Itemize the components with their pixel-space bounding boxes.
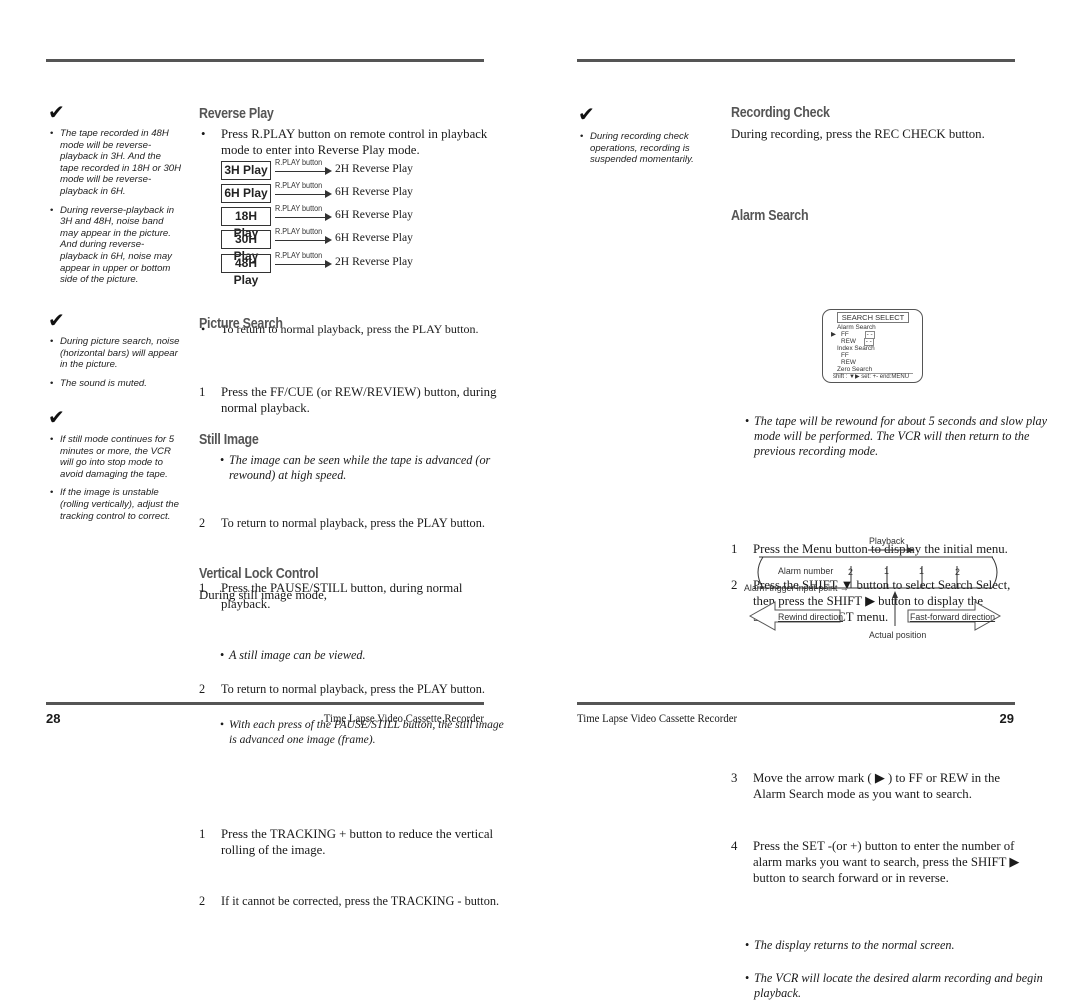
- note-bullet: If the image is unstable (rolling vertic…: [50, 487, 182, 522]
- mode-box: 6H Play: [221, 184, 271, 203]
- heading-reverse-play: Reverse Play: [199, 106, 274, 122]
- search-select-osd-menu: SEARCH SELECT Alarm Search ▶ FF - - REW …: [822, 309, 923, 383]
- recording-check-intro: During recording, press the REC CHECK bu…: [731, 127, 985, 141]
- heading-still-image: Still Image: [199, 432, 259, 448]
- alarm-search-step-3: 3 Move the arrow mark ( ▶ ) to FF or REW…: [731, 771, 1001, 801]
- arrow-right-icon: [325, 260, 332, 268]
- check-mark-icon: ✔: [578, 102, 595, 126]
- heading-picture-search: Picture Search: [199, 316, 283, 332]
- alarm-number: 2: [848, 567, 853, 577]
- note-bullet: If still mode continues for 5 minutes or…: [50, 434, 182, 480]
- playback-arrow-head: [907, 547, 915, 553]
- mode-result: 2H Reverse Play: [335, 255, 413, 268]
- sidebar-note-picture-search: During picture search, noise (horizontal…: [50, 336, 182, 396]
- top-rule-right: [577, 59, 1015, 62]
- still-image-step-2: 2 To return to normal playback, press the…: [199, 682, 485, 696]
- picture-search-step-1: 1 Press the FF/CUE (or REW/REVIEW) button…: [199, 385, 497, 415]
- sidebar-note-reverse-play: The tape recorded in 48H mode will be re…: [50, 128, 182, 293]
- diagram-playback-label: Playback: [869, 536, 905, 546]
- rplay-button-label: R.PLAY button: [275, 157, 323, 167]
- check-mark-icon: ✔: [48, 100, 65, 124]
- vertical-lock-intro: During still image mode,: [199, 588, 327, 602]
- check-mark-icon: ✔: [48, 405, 65, 429]
- note-bullet: During reverse-playback in 3H and 48H, n…: [50, 205, 182, 286]
- triangle-right-icon: ▶: [1009, 855, 1020, 869]
- footer-title-left: Time Lapse Video Cassette Recorder: [323, 711, 484, 725]
- vertical-lock-step-2: 2 If it cannot be corrected, press the TR…: [199, 894, 500, 908]
- page-number-left: 28: [46, 711, 61, 726]
- arrow-line: [275, 240, 327, 241]
- mode-result: 6H Reverse Play: [335, 208, 413, 221]
- alarm-number: 2: [955, 567, 960, 577]
- mode-box: 18H Play: [221, 207, 271, 240]
- alarm-number: 1: [919, 566, 924, 576]
- arrow-line: [275, 171, 327, 172]
- sidebar-note-still-image: If still mode continues for 5 minutes or…: [50, 434, 182, 529]
- osd-arrow-icon: ▶: [831, 331, 836, 338]
- footer-title-right: Time Lapse Video Cassette Recorder: [577, 711, 738, 725]
- alarm-number: 1: [884, 566, 889, 576]
- arrow-line: [275, 194, 327, 195]
- bottom-rule-left: [46, 702, 484, 705]
- osd-title: SEARCH SELECT: [837, 312, 909, 323]
- picture-search-note: • The image can be seen while the tape is…: [220, 453, 491, 482]
- mode-result: 6H Reverse Play: [335, 231, 413, 244]
- arrow-right-icon: [325, 167, 332, 175]
- mode-box: 48H Play: [221, 254, 271, 287]
- arrow-line: [275, 217, 327, 218]
- mode-box: 30H Play: [221, 230, 271, 263]
- heading-recording-check: Recording Check: [731, 105, 830, 121]
- bullet-dot: •: [201, 127, 206, 141]
- alarm-search-step-4: 4 Press the SET -(or +) button to enter …: [731, 839, 1020, 885]
- arrow-line: [275, 264, 327, 265]
- diagram-rewind-label: Rewind direction: [778, 612, 844, 622]
- diagram-actual-position-label: Actual position: [869, 630, 927, 640]
- still-image-note-1: • A still image can be viewed.: [220, 648, 366, 662]
- mode-result: 2H Reverse Play: [335, 162, 413, 175]
- note-bullet: During recording check operations, recor…: [580, 131, 705, 166]
- arrow-right-icon: →: [839, 583, 849, 593]
- note-bullet: The sound is muted.: [50, 378, 182, 390]
- rplay-button-label: R.PLAY button: [275, 226, 323, 236]
- recording-check-note: • The tape will be rewound for about 5 se…: [745, 414, 1048, 458]
- mode-box: 3H Play: [221, 161, 271, 180]
- picture-search-step-2: 2 To return to normal playback, press the…: [199, 516, 485, 530]
- heading-alarm-search: Alarm Search: [731, 208, 809, 224]
- rplay-button-label: R.PLAY button: [275, 250, 323, 260]
- arrow-right-icon: [325, 190, 332, 198]
- vertical-lock-step-1: 1 Press the TRACKING + button to reduce t…: [199, 827, 494, 857]
- diagram-fast-forward-label: Fast-forward direction: [910, 612, 996, 622]
- alarm-search-note-1: • The display returns to the normal scree…: [745, 938, 955, 952]
- diagram-alarm-number-label: Alarm number: [778, 566, 834, 576]
- arrow-right-icon: [325, 236, 332, 244]
- note-bullet: The tape recorded in 48H mode will be re…: [50, 128, 182, 198]
- check-mark-icon: ✔: [48, 308, 65, 332]
- diagram-trigger-label: Alarm trigger input point →: [744, 583, 849, 593]
- note-bullet: During picture search, noise (horizontal…: [50, 336, 182, 371]
- alarm-search-note-2: • The VCR will locate the desired alarm r…: [745, 971, 1043, 1000]
- rplay-button-label: R.PLAY button: [275, 203, 323, 213]
- bottom-rule-right: [577, 702, 1015, 705]
- triangle-right-icon: ▶: [874, 771, 885, 785]
- page-number-right: 29: [999, 711, 1014, 726]
- mode-result: 6H Reverse Play: [335, 185, 413, 198]
- sidebar-note-recording-check: During recording check operations, recor…: [580, 131, 705, 173]
- arrow-right-icon: [325, 213, 332, 221]
- osd-footer: shift : ▼▶ set: +- end:MENU: [833, 372, 913, 381]
- actual-position-arrowhead: [892, 591, 898, 598]
- rplay-button-label: R.PLAY button: [275, 180, 323, 190]
- heading-vertical-lock-control: Vertical Lock Control: [199, 566, 319, 582]
- top-rule-left: [46, 59, 484, 62]
- reverse-play-intro: • Press R.PLAY button on remote control i…: [201, 127, 488, 157]
